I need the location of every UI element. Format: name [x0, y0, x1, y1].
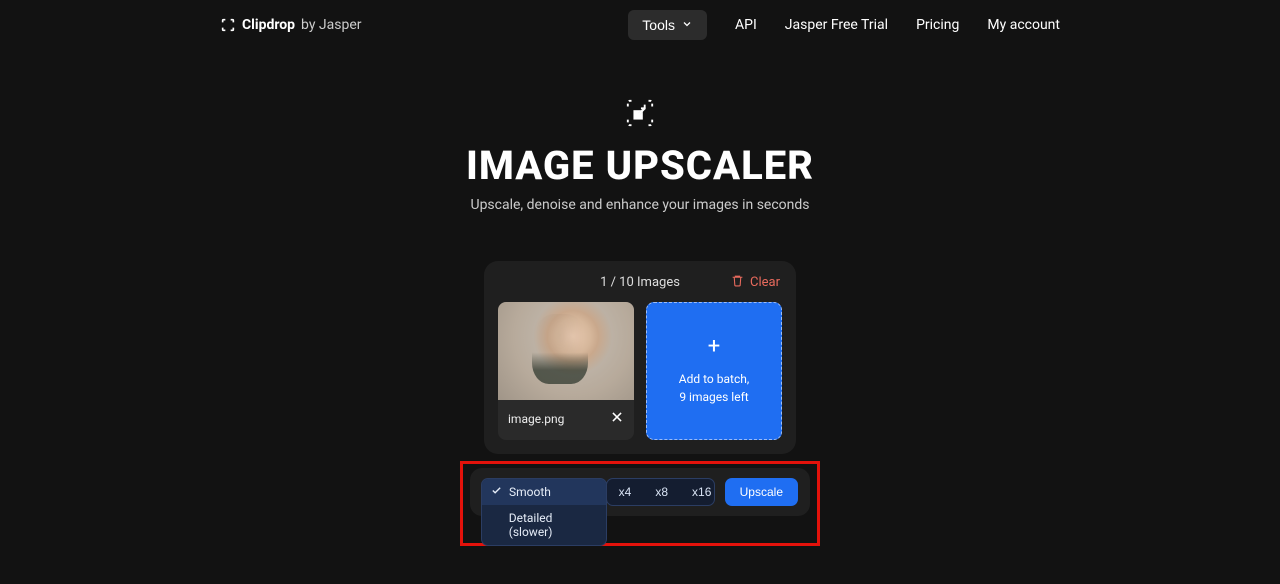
controls-area: Smooth Detailed (slower) x4 x8 x16 Upsca…: [470, 468, 810, 516]
mode-detailed-label: Detailed (slower): [509, 511, 597, 539]
trash-icon: [731, 274, 744, 291]
upscale-button[interactable]: Upscale: [725, 478, 798, 506]
scale-x8[interactable]: x8: [643, 479, 680, 505]
scale-x4[interactable]: x4: [607, 479, 644, 505]
mode-option-smooth[interactable]: Smooth: [482, 479, 606, 505]
image-count: 1 / 10 Images: [600, 275, 680, 290]
hero: IMAGE UPSCALER Upscale, denoise and enha…: [0, 98, 1280, 213]
thumb-preview[interactable]: [498, 302, 634, 400]
thumbnails: image.png + Add to batch, 9 images left: [498, 302, 782, 440]
brand-logo-icon: [220, 17, 236, 33]
page-subtitle: Upscale, denoise and enhance your images…: [0, 197, 1280, 213]
chevron-down-icon: [681, 17, 693, 33]
brand-name: Clipdrop: [242, 17, 295, 33]
batch-panel-header: 1 / 10 Images Clear: [498, 275, 782, 290]
mode-option-detailed[interactable]: Detailed (slower): [482, 505, 606, 545]
clear-label: Clear: [750, 275, 780, 290]
nav: Tools API Jasper Free Trial Pricing My a…: [628, 10, 1060, 40]
brand-byline: by Jasper: [301, 17, 361, 33]
add-line2: 9 images left: [679, 388, 748, 406]
check-icon: [491, 485, 503, 499]
upscaler-icon: [625, 98, 655, 132]
thumb-filename: image.png: [508, 412, 564, 426]
mode-dropdown[interactable]: Smooth Detailed (slower): [482, 479, 596, 505]
page-title: IMAGE UPSCALER: [0, 142, 1280, 189]
batch-panel: 1 / 10 Images Clear image.png + Add to b…: [484, 261, 796, 454]
scale-group: x4 x8 x16: [606, 478, 715, 506]
mode-smooth-label: Smooth: [509, 485, 551, 499]
thumb-bar: image.png: [498, 400, 634, 437]
image-thumb: image.png: [498, 302, 634, 440]
nav-tools-label: Tools: [642, 17, 675, 33]
mode-menu: Smooth Detailed (slower): [481, 478, 607, 546]
clear-button[interactable]: Clear: [731, 274, 780, 291]
remove-image-button[interactable]: [610, 410, 624, 427]
nav-tools-dropdown[interactable]: Tools: [628, 10, 707, 40]
header: Clipdrop by Jasper Tools API Jasper Free…: [0, 0, 1280, 50]
controls-bar: Smooth Detailed (slower) x4 x8 x16 Upsca…: [470, 468, 810, 516]
add-to-batch-tile[interactable]: + Add to batch, 9 images left: [646, 302, 782, 440]
nav-pricing[interactable]: Pricing: [916, 17, 959, 33]
scale-x16[interactable]: x16: [680, 479, 715, 505]
add-line1: Add to batch,: [679, 370, 749, 388]
nav-trial[interactable]: Jasper Free Trial: [785, 17, 888, 33]
plus-icon: +: [708, 336, 720, 358]
brand[interactable]: Clipdrop by Jasper: [220, 17, 362, 33]
nav-api[interactable]: API: [735, 17, 757, 33]
nav-account[interactable]: My account: [987, 17, 1060, 33]
